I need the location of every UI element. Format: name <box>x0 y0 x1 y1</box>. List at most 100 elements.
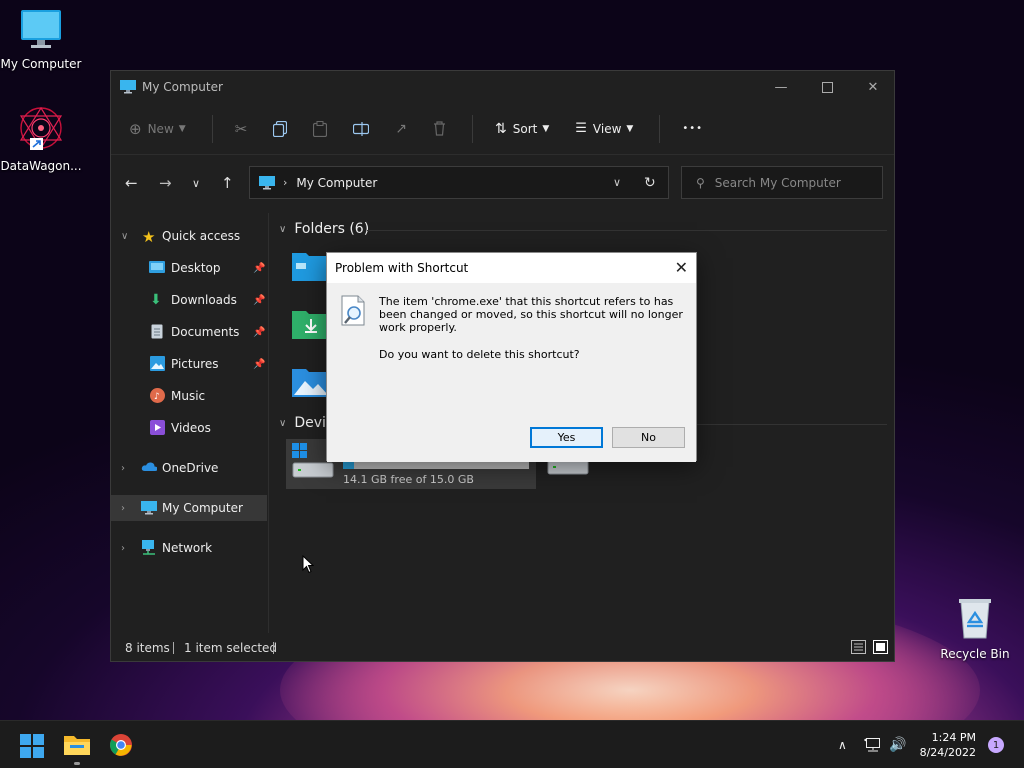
sidebar-item-quick-access[interactable]: ∨ ★ Quick access <box>111 223 267 249</box>
taskbar-clock[interactable]: 1:24 PM 8/24/2022 <box>920 730 976 760</box>
no-button[interactable]: No <box>612 427 685 448</box>
pin-icon[interactable]: 📌 <box>253 359 265 370</box>
selection-count: 1 item selected <box>184 641 278 655</box>
dialog-message: The item 'chrome.exe' that this shortcut… <box>379 295 689 361</box>
view-label: View <box>592 121 622 136</box>
tiles-view-icon <box>873 640 888 654</box>
refresh-icon[interactable]: ↻ <box>644 175 656 191</box>
folders-group-header[interactable]: ∨ Folders (6) <box>277 219 887 239</box>
view-button[interactable]: ☰ View ▼ <box>575 121 633 136</box>
recent-locations-button[interactable]: ∨ <box>192 177 200 190</box>
chevron-up-icon: ∧ <box>838 738 847 752</box>
yes-button[interactable]: Yes <box>530 427 603 448</box>
start-button[interactable] <box>20 734 44 761</box>
sidebar-item-music[interactable]: ♪ Music <box>111 383 267 409</box>
window-titlebar[interactable]: My Computer — ✕ <box>111 71 894 103</box>
paste-button[interactable] <box>313 120 328 137</box>
sidebar-item-label: Videos <box>171 421 211 435</box>
chevron-down-icon: ∨ <box>192 176 201 190</box>
chevron-right-icon: › <box>121 542 125 554</box>
desktop-icon-label: My Computer <box>0 57 82 71</box>
chrome-icon <box>110 734 132 756</box>
sidebar-item-label: Network <box>162 541 213 555</box>
folder-pictures-icon[interactable] <box>292 365 330 397</box>
svg-text:♪: ♪ <box>154 392 160 402</box>
arrow-right-icon: → <box>159 174 172 192</box>
toolbar-divider <box>659 114 661 143</box>
item-count: 8 items <box>125 641 170 655</box>
dialog-question-text: Do you want to delete this shortcut? <box>379 348 580 361</box>
folder-downloads-icon[interactable] <box>292 307 330 339</box>
dialog-close-button[interactable]: ✕ <box>675 258 688 277</box>
pin-icon[interactable]: 📌 <box>253 295 265 306</box>
desktop-icon-recycle-bin[interactable]: Recycle Bin <box>934 596 1016 661</box>
command-bar: ⊕ New ▼ ✂ ↗ ⇅ Sort ▼ ☰ View ▼ ••• <box>111 103 894 155</box>
address-bar[interactable]: › My Computer ∨ ↻ <box>249 166 669 199</box>
clock-date: 8/24/2022 <box>919 746 976 759</box>
back-button[interactable]: ← <box>125 174 138 192</box>
arrow-left-icon: ← <box>125 174 138 192</box>
sidebar-item-videos[interactable]: Videos <box>111 415 267 441</box>
toolbar-divider <box>472 114 473 143</box>
pin-icon[interactable]: 📌 <box>253 327 265 338</box>
maximize-button[interactable] <box>804 71 850 103</box>
tray-overflow-button[interactable]: ∧ <box>838 721 847 768</box>
rename-button[interactable] <box>353 121 370 136</box>
drive-free-space: 14.1 GB free of 15.0 GB <box>343 473 474 486</box>
taskbar-chrome[interactable] <box>109 733 133 760</box>
folder-desktop-icon[interactable] <box>292 249 330 281</box>
monitor-icon <box>120 80 136 94</box>
close-button[interactable]: ✕ <box>850 71 896 103</box>
share-button[interactable]: ↗ <box>395 121 407 137</box>
sidebar-item-documents[interactable]: Documents 📌 <box>111 319 267 345</box>
sidebar-item-label: Music <box>171 389 206 403</box>
clock-time: 1:24 PM <box>931 731 976 744</box>
document-search-icon <box>341 295 365 326</box>
chevron-right-icon: › <box>121 462 125 474</box>
notification-badge[interactable]: 1 <box>988 737 1004 753</box>
close-icon: ✕ <box>674 258 688 277</box>
sidebar-item-pictures[interactable]: Pictures 📌 <box>111 351 267 377</box>
details-view-button[interactable] <box>851 640 866 657</box>
arrow-up-icon: ↑ <box>221 174 234 192</box>
copy-button[interactable] <box>273 120 288 137</box>
volume-button[interactable]: 🔊 <box>889 721 906 768</box>
taskbar-file-explorer[interactable] <box>64 733 90 765</box>
sidebar-item-label: Downloads <box>171 293 237 307</box>
plus-circle-icon: ⊕ <box>129 119 142 138</box>
taskbar: ∧ 🔊 1:24 PM 8/24/2022 1 <box>0 720 1024 768</box>
group-divider <box>367 230 887 231</box>
drive-usage-fill <box>343 461 355 469</box>
datawagon-icon <box>19 106 63 150</box>
status-divider <box>273 642 274 654</box>
pin-icon[interactable]: 📌 <box>253 263 265 274</box>
sidebar-item-downloads[interactable]: ⬇ Downloads 📌 <box>111 287 267 313</box>
network-status-button[interactable] <box>864 721 882 768</box>
large-icons-view-button[interactable] <box>873 640 888 657</box>
mouse-cursor-icon <box>302 555 314 574</box>
sidebar-item-network[interactable]: › Network <box>111 535 267 561</box>
sort-button[interactable]: ⇅ Sort ▼ <box>495 121 549 137</box>
desktop-icon-datawagon[interactable]: DataWagon... <box>0 106 82 173</box>
sort-icon: ⇅ <box>495 120 507 137</box>
forward-button[interactable]: → <box>159 174 172 192</box>
sidebar-item-desktop[interactable]: Desktop 📌 <box>111 255 267 281</box>
minimize-button[interactable]: — <box>758 71 804 103</box>
clipboard-icon <box>313 120 328 137</box>
desktop-icon-my-computer[interactable]: My Computer <box>0 8 82 71</box>
address-dropdown-icon[interactable]: ∨ <box>613 176 621 189</box>
search-input[interactable]: ⚲ Search My Computer <box>681 166 883 199</box>
sidebar-item-onedrive[interactable]: › OneDrive <box>111 455 267 481</box>
network-monitor-icon <box>864 738 880 752</box>
breadcrumb[interactable]: My Computer <box>296 176 377 190</box>
dialog-message-text: The item 'chrome.exe' that this shortcut… <box>379 295 683 334</box>
cut-button[interactable]: ✂ <box>235 120 248 138</box>
network-icon <box>142 540 155 555</box>
up-button[interactable]: ↑ <box>221 174 234 192</box>
copy-icon <box>273 120 288 137</box>
sidebar-item-my-computer[interactable]: › My Computer <box>111 495 267 521</box>
delete-button[interactable] <box>433 121 446 136</box>
new-button[interactable]: ⊕ New ▼ <box>129 120 186 138</box>
dialog-titlebar[interactable]: Problem with Shortcut ✕ <box>327 253 696 283</box>
more-options-button[interactable]: ••• <box>682 123 703 134</box>
